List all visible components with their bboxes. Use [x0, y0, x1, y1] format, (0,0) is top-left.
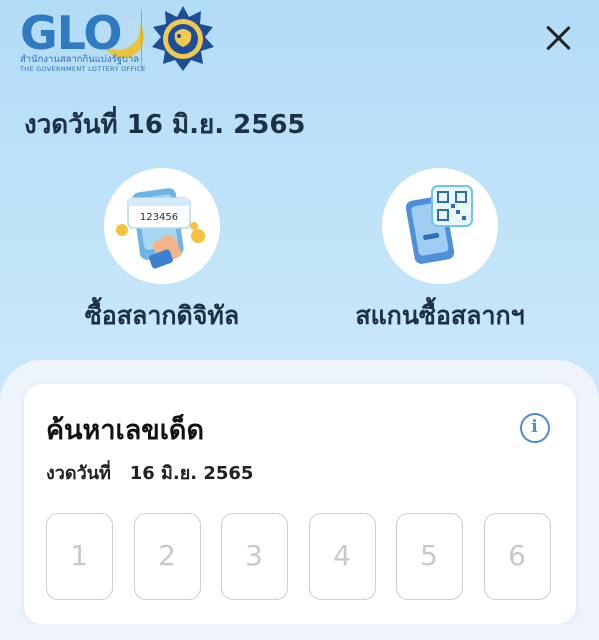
info-icon[interactable]: i	[520, 413, 550, 443]
search-card-title: ค้นหาเลขเด็ด	[46, 415, 205, 446]
buy-digital-lottery-button[interactable]: 123456 ซื้อสลากดิจิทัล	[47, 168, 277, 338]
buy-digital-label: ซื้อสลากดิจิทัล	[84, 301, 240, 330]
draw-date-prefix: งวดวันที่	[46, 463, 111, 484]
buy-icon-circle: 123456	[104, 168, 220, 284]
logo-english-text: THE GOVERNMENT LOTTERY OFFICE	[20, 65, 147, 73]
digit-placeholder: 1	[70, 539, 88, 572]
digit-input-4[interactable]: 4	[309, 513, 376, 600]
digit-input-6[interactable]: 6	[484, 513, 551, 600]
digit-placeholder: 4	[333, 539, 351, 572]
ticket-number: 123456	[140, 212, 178, 223]
digit-input-5[interactable]: 5	[396, 513, 463, 600]
scan-icon-circle	[382, 168, 498, 284]
glo-logo: GLO สำนักงานสลากกินแบ่งรัฐบาล THE GOVERN…	[20, 6, 146, 73]
digit-placeholder: 2	[158, 539, 176, 572]
digit-placeholder: 6	[508, 539, 526, 572]
lucky-number-search-card: ค้นหาเลขเด็ด i งวดวันที่ 16 มิ.ย. 2565 1…	[24, 384, 576, 624]
scan-buy-lottery-button[interactable]: สแกนซื้อสลากฯ	[325, 168, 555, 338]
draw-date-value: 16 มิ.ย. 2565	[129, 463, 254, 484]
bottom-strip	[0, 624, 599, 640]
logo-divider	[141, 10, 142, 70]
search-card-draw-date: งวดวันที่ 16 มิ.ย. 2565	[46, 458, 253, 487]
government-emblem-icon	[152, 6, 214, 71]
phone-ticket-icon: 123456	[116, 188, 205, 269]
close-button[interactable]	[540, 20, 576, 56]
digit-input-2[interactable]: 2	[134, 513, 201, 600]
digit-placeholder: 5	[420, 539, 438, 572]
digit-input-3[interactable]: 3	[221, 513, 288, 600]
scan-buy-label: สแกนซื้อสลากฯ	[355, 301, 525, 330]
draw-date-title: งวดวันที่ 16 มิ.ย. 2565	[24, 110, 306, 140]
qr-scan-icon	[405, 185, 473, 264]
header: GLO สำนักงานสลากกินแบ่งรัฐบาล THE GOVERN…	[0, 0, 599, 90]
digit-input-1[interactable]: 1	[46, 513, 113, 600]
digit-placeholder: 3	[245, 539, 263, 572]
